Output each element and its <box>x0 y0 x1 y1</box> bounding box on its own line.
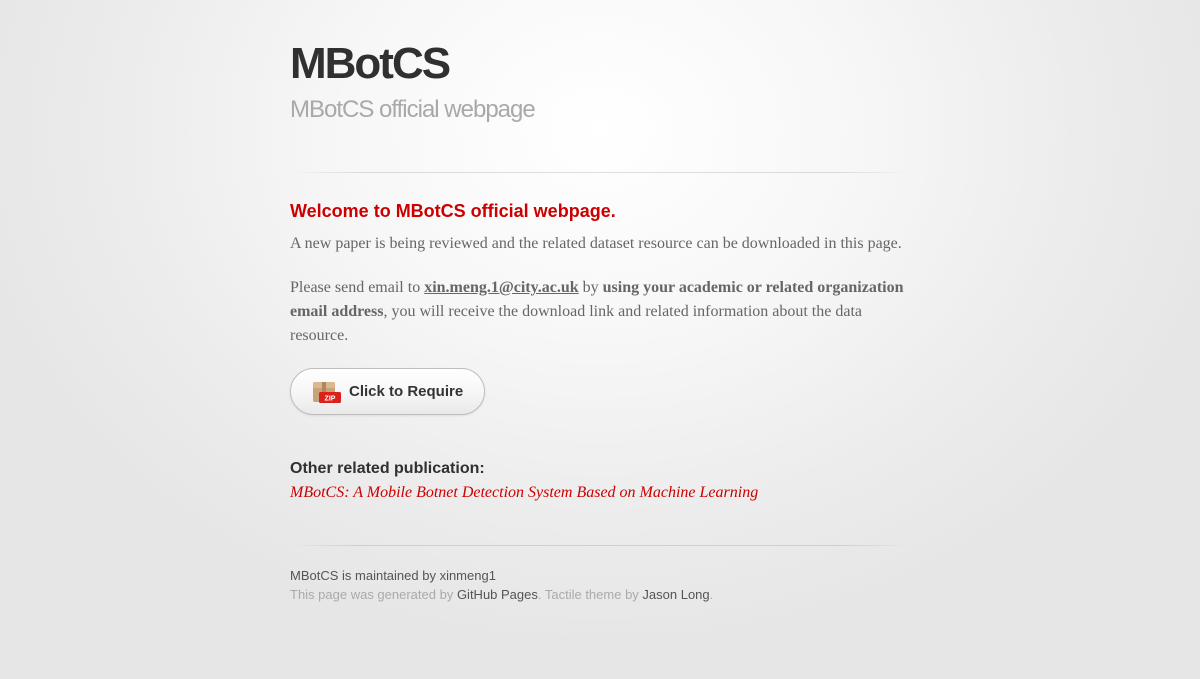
email-instructions-by: by <box>578 279 603 296</box>
site-title: MBotCS <box>290 39 451 88</box>
footer-end: . <box>709 587 714 602</box>
page-wrapper: MBotCS MBotCS official webpage Welcome t… <box>290 0 910 602</box>
generated-by-text: This page was generated by GitHub Pages.… <box>290 585 713 604</box>
email-instructions-paragraph: Please send email to xin.meng.1@city.ac.… <box>290 276 910 348</box>
site-subtitle: MBotCS official webpage <box>290 96 536 123</box>
footer-divider <box>290 545 910 546</box>
site-header: MBotCS MBotCS official webpage <box>290 0 910 124</box>
theme-text: . Tactile theme by <box>537 587 643 602</box>
zip-archive-icon: ZIP <box>313 382 341 403</box>
maintained-by-text: MBotCS is maintained by xinmeng1 <box>290 568 496 583</box>
github-pages-link[interactable]: GitHub Pages <box>457 587 538 602</box>
email-link[interactable]: xin.meng.1@city.ac.uk <box>424 279 578 296</box>
click-to-require-label: Click to Require <box>349 383 464 400</box>
generated-by-prefix: This page was generated by <box>290 587 457 602</box>
site-footer: MBotCS is maintained by xinmeng1 This pa… <box>290 566 713 604</box>
other-publication-heading: Other related publication: <box>290 460 485 477</box>
header-divider <box>290 172 910 173</box>
click-to-require-button[interactable]: ZIP Click to Require <box>290 368 485 415</box>
jason-long-link[interactable]: Jason Long <box>642 587 709 602</box>
intro-paragraph: A new paper is being reviewed and the re… <box>290 235 902 252</box>
welcome-heading: Welcome to MBotCS official webpage. <box>290 201 616 221</box>
zip-icon-label: ZIP <box>325 396 336 403</box>
email-instructions-prefix: Please send email to <box>290 279 425 296</box>
publication-link[interactable]: MBotCS: A Mobile Botnet Detection System… <box>290 483 758 503</box>
